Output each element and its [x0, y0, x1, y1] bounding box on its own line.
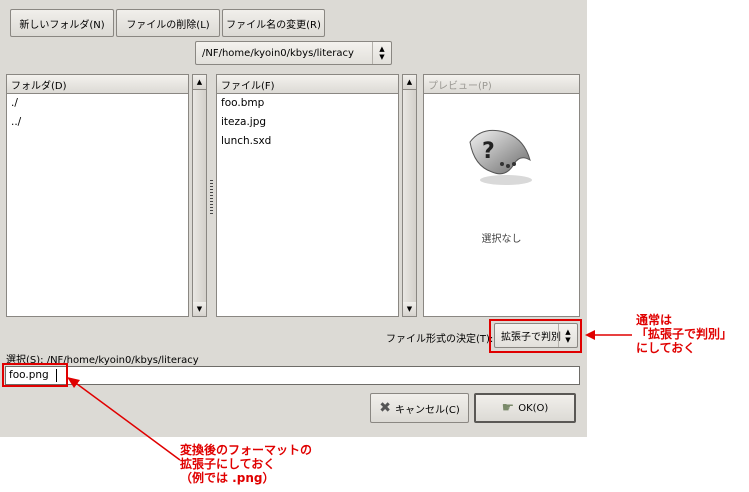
preview-none-text: 選択なし	[481, 234, 522, 245]
file-type-label: ファイル形式の決定(T):	[386, 334, 494, 345]
annotation-right-line: にしておく	[636, 341, 696, 355]
file-type-highlight	[489, 319, 582, 353]
file-item[interactable]: iteza.jpg	[217, 113, 398, 132]
cancel-button-label: キャンセル(C)	[394, 404, 460, 416]
annotation-right: 通常は 「拡張子で判別」 にしておく	[636, 313, 732, 355]
path-combo-value: /NF/home/kyoin0/kbys/literacy	[202, 47, 354, 59]
annotation-bottom-line: 変換後のフォーマットの	[180, 443, 313, 457]
save-dialog: 新しいフォルダ(N) ファイルの削除(L) ファイル名の変更(R) /NF/ho…	[0, 0, 587, 437]
scroll-up-icon[interactable]: ▲	[193, 75, 206, 89]
ok-button[interactable]: ☛ OK(O)	[474, 393, 576, 423]
preview-pane: プレビュー(P) ? 選択なし	[423, 74, 580, 317]
annotation-right-line: 「拡張子で判別」	[636, 327, 733, 341]
annotation-right-line: 通常は	[636, 313, 673, 327]
folder-list[interactable]: フォルダ(D) ./ ../	[6, 74, 189, 317]
file-list[interactable]: ファイル(F) foo.bmp iteza.jpg lunch.sxd	[216, 74, 399, 317]
ok-button-label: OK(O)	[518, 402, 549, 414]
annotation-bottom: 変換後のフォーマットの 拡張子にしておく （例では .png）	[180, 443, 312, 485]
ok-hand-icon: ☛	[501, 400, 515, 416]
new-folder-button[interactable]: 新しいフォルダ(N)	[10, 9, 114, 37]
filename-highlight	[2, 363, 68, 387]
folder-item-parent[interactable]: ../	[7, 113, 188, 132]
file-scrollbar[interactable]: ▲ ▼	[402, 74, 417, 317]
preview-scrollbar	[565, 74, 580, 317]
scroll-up-icon[interactable]: ▲	[403, 75, 416, 89]
file-item[interactable]: foo.bmp	[217, 94, 398, 113]
folder-item-current[interactable]: ./	[7, 94, 188, 113]
updown-arrow-icon: ▲ ▼	[372, 42, 391, 64]
file-item[interactable]: lunch.sxd	[217, 132, 398, 151]
svg-text:?: ?	[482, 139, 495, 164]
cancel-x-icon: ✖	[379, 400, 391, 416]
preview-header: プレビュー(P)	[424, 75, 579, 94]
file-list-header[interactable]: ファイル(F)	[217, 75, 398, 94]
scroll-thumb[interactable]	[403, 89, 416, 303]
scroll-thumb[interactable]	[193, 89, 206, 303]
cancel-button[interactable]: ✖ キャンセル(C)	[370, 393, 469, 423]
rename-file-button[interactable]: ファイル名の変更(R)	[222, 9, 325, 37]
pane-resize-handle[interactable]	[210, 180, 213, 214]
scroll-down-icon[interactable]: ▼	[193, 302, 206, 316]
delete-file-button[interactable]: ファイルの削除(L)	[116, 9, 220, 37]
unknown-file-icon: ?	[469, 129, 532, 185]
filename-input[interactable]: foo.png	[5, 366, 580, 385]
annotation-bottom-line: （例では .png）	[180, 471, 275, 485]
annotation-bottom-line: 拡張子にしておく	[180, 457, 276, 471]
path-combo[interactable]: /NF/home/kyoin0/kbys/literacy ▲ ▼	[195, 41, 392, 65]
scroll-down-icon[interactable]: ▼	[403, 302, 416, 316]
folder-scrollbar[interactable]: ▲ ▼	[192, 74, 207, 317]
folder-list-header[interactable]: フォルダ(D)	[7, 75, 188, 94]
